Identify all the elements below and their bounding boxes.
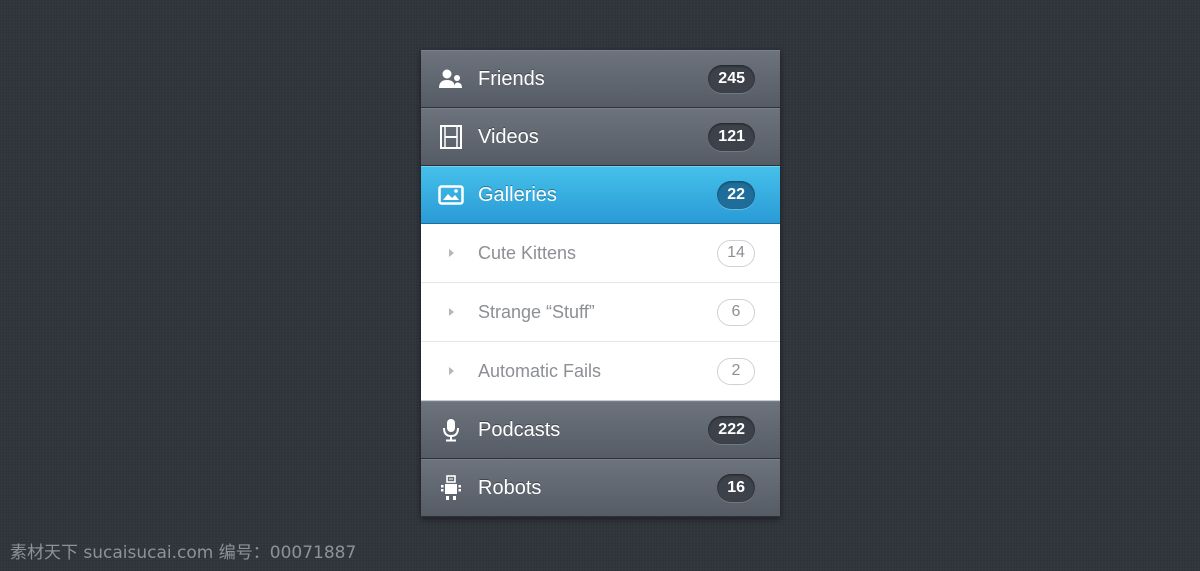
menu-item-label: Galleries xyxy=(478,183,557,206)
menu-item-podcasts[interactable]: Podcasts 222 xyxy=(421,401,780,459)
menu-item-videos[interactable]: Videos 121 xyxy=(421,108,780,166)
count-badge: 2 xyxy=(717,357,755,385)
count-badge: 14 xyxy=(717,239,755,267)
count-badge: 6 xyxy=(717,298,755,326)
caret-right-icon xyxy=(449,249,454,257)
submenu-item-automatic-fails[interactable]: Automatic Fails 2 xyxy=(421,342,780,401)
count-badge: 222 xyxy=(708,416,755,444)
count-badge: 22 xyxy=(717,181,755,209)
microphone-icon xyxy=(438,417,464,443)
robot-icon xyxy=(438,475,464,501)
menu-item-robots[interactable]: Robots 16 xyxy=(421,459,780,517)
submenu-item-label: Cute Kittens xyxy=(478,242,577,263)
submenu-item-label: Strange “Stuff” xyxy=(478,301,595,322)
menu-item-galleries[interactable]: Galleries 22 xyxy=(421,166,780,224)
image-icon xyxy=(438,182,464,208)
submenu-item-label: Automatic Fails xyxy=(478,360,602,381)
menu-item-label: Podcasts xyxy=(478,418,561,441)
submenu-item-strange-stuff[interactable]: Strange “Stuff” 6 xyxy=(421,283,780,342)
watermark-text: 素材天下 sucaisucai.com 编号：00071887 xyxy=(10,543,357,563)
count-badge: 245 xyxy=(708,65,755,93)
count-badge: 121 xyxy=(708,123,755,151)
menu-item-label: Friends xyxy=(478,67,545,90)
film-icon xyxy=(438,124,464,150)
friends-icon xyxy=(438,66,464,92)
menu-item-label: Videos xyxy=(478,125,539,148)
menu-item-friends[interactable]: Friends 245 xyxy=(421,50,780,108)
sidebar-menu: Friends 245 Videos 121 Galleries 22 Cute… xyxy=(421,50,780,517)
count-badge: 16 xyxy=(717,474,755,502)
submenu-item-cute-kittens[interactable]: Cute Kittens 14 xyxy=(421,224,780,283)
caret-right-icon xyxy=(449,308,454,316)
caret-right-icon xyxy=(449,367,454,375)
menu-item-label: Robots xyxy=(478,476,542,499)
